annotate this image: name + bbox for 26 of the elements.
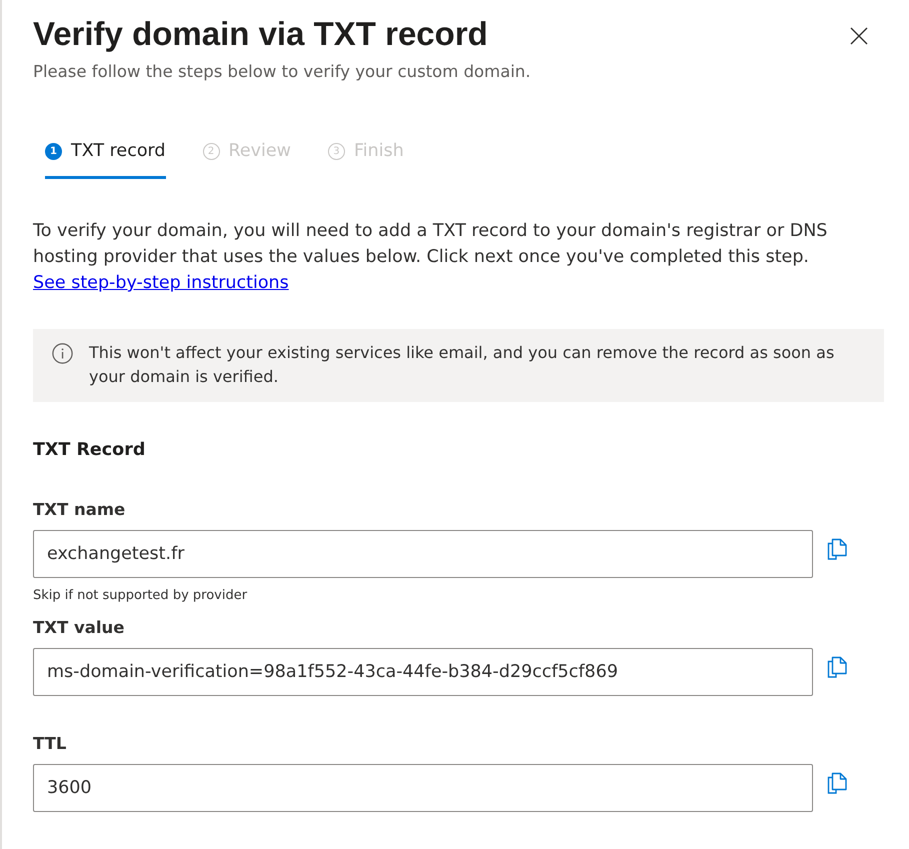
field-label: TXT name: [33, 499, 126, 521]
section-heading: TXT Record: [33, 439, 146, 462]
text-field[interactable]: 3600: [33, 764, 813, 812]
help-text: Skip if not supported by provider: [33, 588, 248, 604]
step-tab[interactable]: 1 TXT record: [45, 129, 166, 179]
info-text: This won't affect your existing services like email, and you can remove the record as soon as your domain is verified.: [89, 342, 836, 388]
instructions-text: To verify your domain, you will need to add a TXT record to your domain's registrar or DNS hosting provider that uses the values below. Click next once you've completed this step. See step-by-step instructions: [33, 220, 828, 295]
copy-button[interactable]: [826, 656, 848, 678]
step-number: 1: [45, 142, 62, 160]
info-icon: [52, 343, 73, 364]
close-icon: [850, 27, 868, 45]
field-label: TTL: [33, 733, 68, 755]
dialog-title: Verify domain via TXT record: [33, 14, 489, 54]
dialog-subtitle: Please follow the steps below to verify your custom domain.: [33, 62, 531, 82]
text-field[interactable]: exchangetest.fr: [33, 530, 813, 578]
copy-button[interactable]: [826, 772, 848, 794]
copy-button[interactable]: [826, 538, 848, 560]
copy-icon: [826, 772, 848, 794]
close-button[interactable]: [850, 27, 868, 45]
step-number: 3: [328, 142, 345, 160]
copy-icon: [826, 538, 848, 560]
field-label: TXT value: [33, 617, 126, 639]
instructions-link[interactable]: See step-by-step instructions: [33, 273, 289, 293]
copy-icon: [826, 656, 848, 678]
text-field[interactable]: ms-domain-verification=98a1f552-43ca-44fe-b384-d29ccf5cf869: [33, 648, 813, 696]
step-number: 2: [202, 142, 220, 160]
